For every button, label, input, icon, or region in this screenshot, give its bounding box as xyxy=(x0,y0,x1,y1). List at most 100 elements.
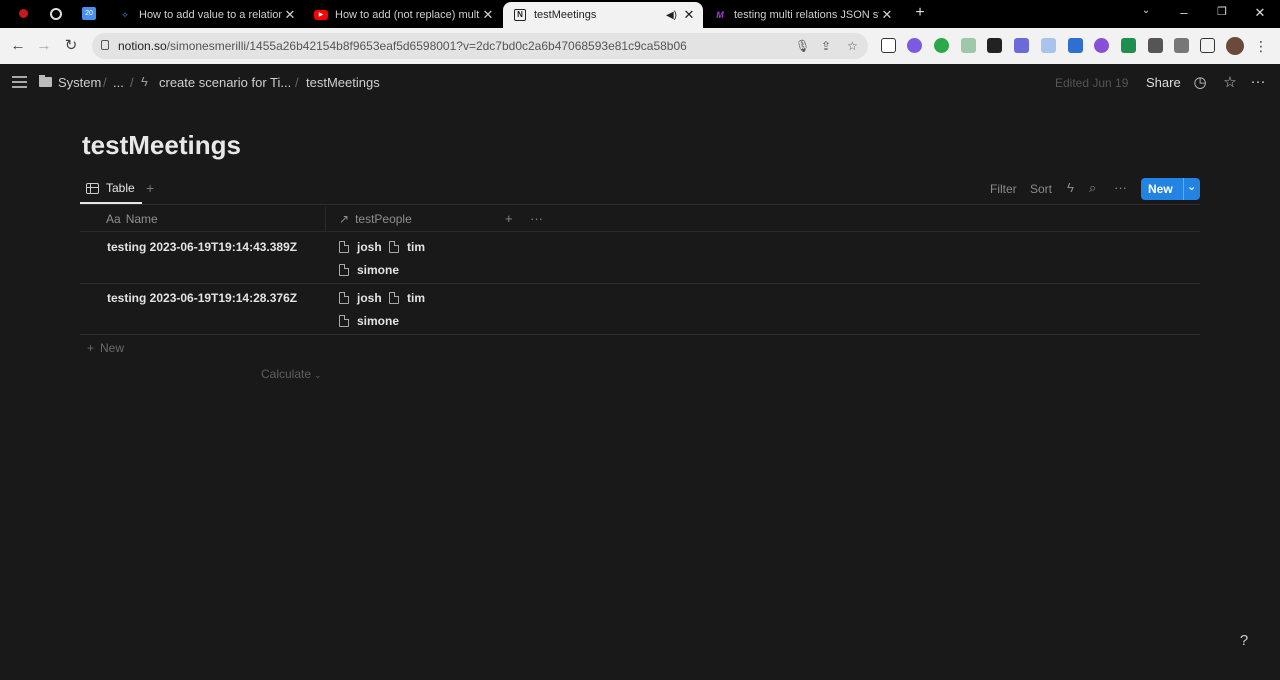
folder-icon xyxy=(39,75,52,87)
kebab-menu-icon[interactable]: ⋮ xyxy=(1251,36,1271,56)
tab-search-icon[interactable]: ⌄ xyxy=(1136,5,1156,16)
spark-icon: ✧ xyxy=(121,9,129,20)
record-icon[interactable] xyxy=(16,6,32,22)
speaker-icon[interactable]: ◀) xyxy=(666,10,677,21)
extension-icon[interactable] xyxy=(1068,38,1083,53)
tab-title: How to add (not replace) multipl xyxy=(335,9,480,21)
tab-relation-help[interactable]: ✧ How to add value to a relation p ✕ xyxy=(108,2,304,28)
table-row-name[interactable]: testing 2023-06-19T19:14:43.389Z xyxy=(107,240,297,254)
grid-extension-icon[interactable] xyxy=(987,38,1002,53)
chevron-down-icon[interactable]: ⌄ xyxy=(1187,180,1196,193)
text-property-icon: Aa xyxy=(106,212,121,226)
reload-icon[interactable]: ↻ xyxy=(61,36,81,56)
breadcrumb-separator: / xyxy=(130,75,134,90)
url-text: notion.so/simonesmerilli/1455a26b42154b8… xyxy=(118,39,687,53)
close-tab-icon[interactable]: ✕ xyxy=(879,7,895,23)
tab-title: testMeetings xyxy=(534,9,597,21)
forward-icon[interactable]: → xyxy=(34,36,54,56)
more-options-icon[interactable]: ··· xyxy=(1248,73,1268,90)
make-icon: M xyxy=(716,10,724,20)
breadcrumb-create-scenario[interactable]: create scenario for Ti... xyxy=(159,75,291,90)
view-tab-label: Table xyxy=(106,181,135,195)
row-divider xyxy=(80,283,1200,284)
tab-title: How to add value to a relation p xyxy=(139,9,282,21)
share-button[interactable]: Share xyxy=(1146,75,1181,90)
divider xyxy=(80,231,1200,232)
notion-icon: N xyxy=(513,8,527,22)
close-tab-icon[interactable]: ✕ xyxy=(282,7,298,23)
extension-icon[interactable] xyxy=(934,38,949,53)
favorite-star-icon[interactable]: ☆ xyxy=(1220,73,1240,91)
browser-tab-strip: 20 ✧ How to add value to a relation p ✕ … xyxy=(0,0,1280,28)
calculate-button[interactable]: Calculate ⌄ xyxy=(261,367,322,381)
table-row-name[interactable]: testing 2023-06-19T19:14:28.376Z xyxy=(107,291,297,305)
tab-title: testing multi relations JSON stru xyxy=(734,9,879,21)
browser-toolbar: ← → ↻ notion.so/simonesmerilli/1455a26b4… xyxy=(0,28,1280,64)
profile-avatar[interactable] xyxy=(1226,37,1244,55)
breadcrumb-ellipsis[interactable]: ... xyxy=(113,75,124,90)
menu-icon[interactable] xyxy=(12,76,27,88)
chrome-menu-icon[interactable] xyxy=(48,6,64,22)
divider xyxy=(1183,178,1184,200)
updates-clock-icon[interactable]: ◷ xyxy=(1190,73,1210,91)
extension-icon[interactable] xyxy=(1014,38,1029,53)
close-tab-icon[interactable]: ✕ xyxy=(480,7,496,23)
property-options-icon[interactable]: ··· xyxy=(530,211,543,226)
calendar-icon[interactable]: 20 xyxy=(81,6,97,22)
chevron-down-icon: ⌄ xyxy=(314,370,322,380)
column-header-testpeople[interactable]: ↗ testPeople xyxy=(339,212,412,226)
back-icon[interactable]: ← xyxy=(8,36,28,56)
reading-list-icon[interactable] xyxy=(1174,38,1189,53)
add-view-icon[interactable]: + xyxy=(146,180,154,196)
close-window-icon[interactable]: ✕ xyxy=(1250,5,1270,21)
filter-button[interactable]: Filter xyxy=(990,182,1017,196)
bookmark-star-icon[interactable]: ☆ xyxy=(847,39,858,53)
tab-table-view[interactable]: Table xyxy=(86,181,135,195)
puzzle-icon[interactable] xyxy=(1148,38,1163,53)
minimize-icon[interactable]: – xyxy=(1174,5,1194,20)
extension-icon[interactable] xyxy=(1094,38,1109,53)
page-icon xyxy=(339,241,349,253)
maximize-icon[interactable]: ❐ xyxy=(1212,5,1232,18)
page-icon xyxy=(389,292,399,304)
automation-bolt-icon[interactable]: ϟ xyxy=(1067,180,1074,195)
tab-testmeetings[interactable]: N testMeetings ◀) ✕ xyxy=(503,2,703,28)
tab-make[interactable]: M testing multi relations JSON stru ✕ xyxy=(703,2,901,28)
notion-extension-icon[interactable] xyxy=(881,38,896,53)
side-panel-icon[interactable] xyxy=(1200,38,1215,53)
plus-icon: + xyxy=(87,341,95,355)
address-bar[interactable]: notion.so/simonesmerilli/1455a26b42154b8… xyxy=(92,33,868,59)
relation-chip[interactable]: tim xyxy=(389,240,425,254)
edited-timestamp[interactable]: Edited Jun 19 xyxy=(1055,76,1128,90)
sort-button[interactable]: Sort xyxy=(1030,182,1052,196)
extension-icon[interactable] xyxy=(961,38,976,53)
relation-chip[interactable]: josh xyxy=(339,240,382,254)
table-icon xyxy=(86,182,99,194)
page-title[interactable]: testMeetings xyxy=(82,130,241,161)
microphone-icon[interactable]: 🎙 xyxy=(795,39,810,53)
new-button-label: New xyxy=(1148,182,1173,196)
relation-chip[interactable]: josh xyxy=(339,291,382,305)
search-icon[interactable]: ⌕ xyxy=(1089,180,1096,196)
extension-icon[interactable] xyxy=(1121,38,1136,53)
new-row-button[interactable]: + New xyxy=(87,341,124,355)
relation-chip[interactable]: simone xyxy=(339,314,399,328)
extension-icon[interactable] xyxy=(1041,38,1056,53)
breadcrumb-system[interactable]: System xyxy=(58,75,101,90)
tab-youtube[interactable]: ▶ How to add (not replace) multipl ✕ xyxy=(304,2,502,28)
column-divider xyxy=(325,207,326,231)
view-options-icon[interactable]: ··· xyxy=(1114,180,1127,195)
breadcrumb-testmeetings[interactable]: testMeetings xyxy=(306,75,380,90)
extension-icon[interactable] xyxy=(907,38,922,53)
share-page-icon[interactable]: ⇪ xyxy=(821,39,831,53)
column-header-name[interactable]: Aa Name xyxy=(106,212,158,226)
relation-chip[interactable]: simone xyxy=(339,263,399,277)
new-button[interactable]: New ⌄ xyxy=(1141,178,1200,200)
notion-topbar: System / ... / ϟ create scenario for Ti.… xyxy=(0,64,1280,102)
close-tab-icon[interactable]: ✕ xyxy=(681,7,697,23)
new-tab-icon[interactable]: + xyxy=(910,4,930,22)
help-button[interactable]: ? xyxy=(1234,632,1254,652)
relation-chip[interactable]: tim xyxy=(389,291,425,305)
page-icon xyxy=(339,264,349,276)
add-property-icon[interactable]: + xyxy=(505,211,513,226)
